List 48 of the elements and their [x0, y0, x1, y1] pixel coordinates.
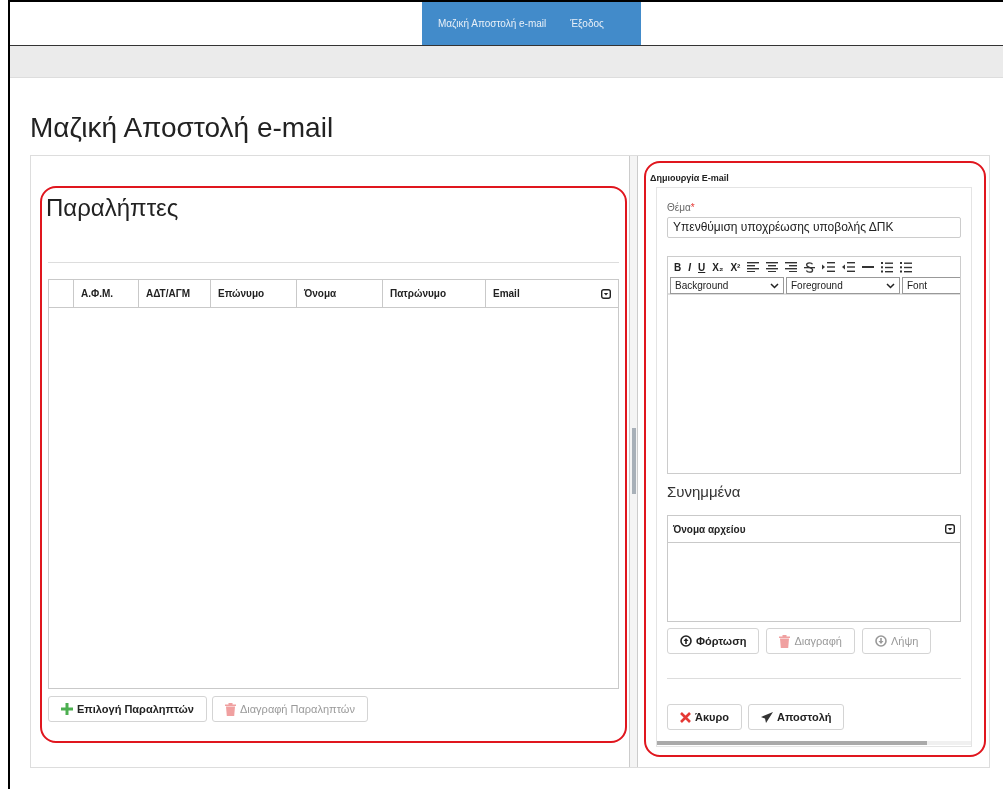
horizontal-rule-icon[interactable]	[862, 265, 875, 269]
align-left-icon[interactable]	[747, 262, 760, 272]
align-right-icon[interactable]	[785, 262, 798, 272]
style-select[interactable]: Font	[902, 277, 960, 294]
scrollbar-thumb[interactable]	[657, 741, 927, 745]
close-icon	[680, 711, 691, 723]
section-heading: Παραλήπτες	[46, 193, 180, 223]
align-center-icon[interactable]	[766, 262, 779, 272]
format-button[interactable]: X₂	[712, 259, 724, 275]
style-select[interactable]: Background	[670, 277, 784, 294]
format-button[interactable]: X²	[730, 259, 741, 275]
action-button[interactable]: Φόρτωση	[667, 628, 760, 654]
section-heading: Συνημμένα	[667, 482, 742, 502]
trash-icon	[779, 634, 791, 648]
column-header[interactable]: Όνομα	[304, 286, 337, 301]
column-header[interactable]: Πατρώνυμο	[390, 286, 447, 301]
format-button[interactable]: I	[688, 259, 691, 275]
column-header[interactable]: Όνομα αρχείου	[673, 521, 746, 537]
panel-heading: Δημιουργία E-mail	[650, 172, 730, 184]
plus-icon	[61, 703, 73, 715]
action-button[interactable]: Επιλογή Παραληπτών	[48, 696, 207, 722]
column-header[interactable]: Α.Φ.Μ.	[81, 286, 114, 301]
bullet-list-icon[interactable]	[900, 261, 913, 273]
rich-text-editor[interactable]: B I U X₂ X² Background Foreground Font	[667, 256, 961, 474]
indent-icon[interactable]	[822, 262, 836, 272]
trash-icon	[224, 702, 236, 716]
required-mark: *	[690, 202, 695, 213]
subject-field[interactable]: Υπενθύμιση υποχρέωσης υποβολής ΔΠΚ	[667, 216, 961, 238]
chevron-down-icon	[770, 282, 779, 289]
upload-icon	[680, 635, 692, 647]
download-icon	[874, 635, 887, 647]
page-title: Μαζική Αποστολή e-mail	[30, 111, 335, 145]
format-button[interactable]: B	[674, 259, 682, 275]
strikethrough-icon[interactable]	[804, 261, 816, 273]
column-header[interactable]: Email	[493, 286, 520, 301]
splitter-handle[interactable]	[631, 428, 636, 494]
column-header[interactable]: Επώνυμο	[218, 286, 265, 301]
column-menu-icon[interactable]	[945, 524, 955, 534]
field-label: Θέμα	[667, 202, 691, 213]
outdent-icon[interactable]	[842, 262, 856, 272]
chevron-down-icon	[886, 282, 895, 289]
action-button[interactable]: Άκυρο	[667, 704, 742, 730]
send-icon	[761, 711, 773, 723]
format-button[interactable]: U	[698, 259, 706, 275]
column-menu-icon[interactable]	[601, 288, 612, 299]
action-button[interactable]: Αποστολή	[748, 704, 845, 730]
column-header[interactable]: ΑΔΤ/ΑΓΜ	[146, 286, 191, 301]
style-select[interactable]: Foreground	[786, 277, 900, 294]
